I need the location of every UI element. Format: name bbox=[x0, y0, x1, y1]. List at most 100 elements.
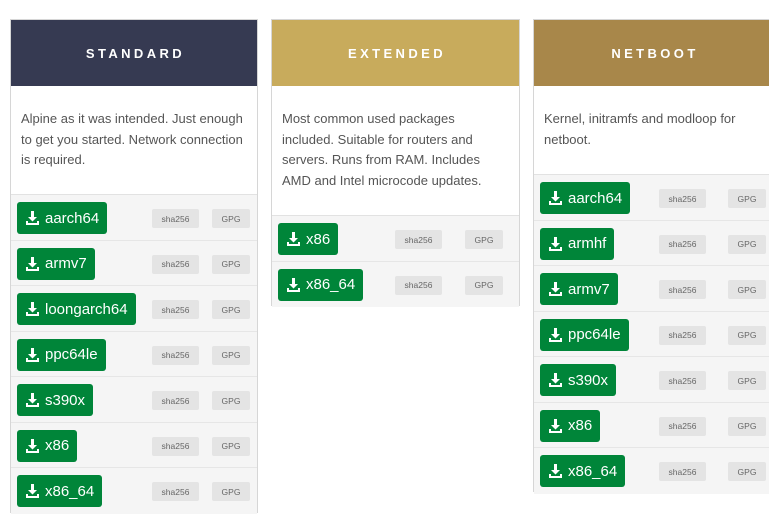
gpg-button[interactable]: GPG bbox=[212, 300, 250, 319]
netboot-download-list: aarch64 sha256 GPG armhf sha256 GPG armv7 sha25… bbox=[534, 174, 769, 494]
gpg-button[interactable]: GPG bbox=[465, 275, 503, 295]
download-button-x86[interactable]: x86 bbox=[540, 409, 601, 442]
download-row: ppc64le sha256 GPG bbox=[11, 331, 257, 377]
sha256-button[interactable]: sha256 bbox=[152, 391, 199, 410]
download-label: x86 bbox=[45, 437, 70, 454]
netboot-header: NETBOOT bbox=[534, 20, 769, 86]
gpg-button[interactable]: GPG bbox=[728, 189, 766, 208]
sha256-button[interactable]: sha256 bbox=[395, 275, 442, 295]
download-icon bbox=[548, 327, 563, 343]
download-icon bbox=[25, 438, 40, 454]
extended-title: EXTENDED bbox=[348, 45, 446, 61]
download-button-loongarch64[interactable]: loongarch64 bbox=[17, 293, 136, 325]
download-row: ppc64le sha256 GPG bbox=[534, 311, 769, 357]
gpg-button[interactable]: GPG bbox=[212, 254, 250, 274]
download-row: armhf sha256 GPG bbox=[534, 220, 769, 266]
gpg-button[interactable]: GPG bbox=[465, 230, 503, 249]
download-row: armv7 sha256 GPG bbox=[11, 240, 257, 286]
download-icon bbox=[286, 277, 301, 293]
download-label: armhf bbox=[568, 235, 607, 252]
sha256-button[interactable]: sha256 bbox=[659, 280, 706, 299]
download-label: x86_64 bbox=[568, 462, 618, 480]
download-label: loongarch64 bbox=[45, 300, 128, 318]
extended-download-list: x86 sha256 GPG x86_64 sha256 GPG bbox=[272, 215, 519, 307]
download-button-x86-64[interactable]: x86_64 bbox=[17, 475, 103, 507]
netboot-card: NETBOOT Kernel, initramfs and modloop fo… bbox=[533, 19, 769, 494]
download-icon bbox=[25, 256, 40, 272]
gpg-button[interactable]: GPG bbox=[728, 462, 766, 481]
download-row: x86 sha256 GPG bbox=[272, 216, 519, 262]
download-row: armv7 sha256 GPG bbox=[534, 266, 769, 312]
download-button-x86[interactable]: x86 bbox=[17, 429, 78, 462]
sha256-button[interactable]: sha256 bbox=[659, 325, 706, 345]
download-label: x86_64 bbox=[306, 276, 356, 293]
gpg-button[interactable]: GPG bbox=[212, 436, 250, 456]
download-icon bbox=[548, 372, 563, 388]
download-button-x86[interactable]: x86 bbox=[278, 223, 339, 255]
sha256-button[interactable]: sha256 bbox=[152, 345, 199, 365]
download-button-x86-64[interactable]: x86_64 bbox=[540, 455, 626, 487]
download-label: x86 bbox=[568, 417, 593, 434]
download-label: armv7 bbox=[568, 280, 610, 298]
download-button-armhf[interactable]: armhf bbox=[540, 227, 615, 260]
download-icon bbox=[25, 392, 40, 408]
netboot-title: NETBOOT bbox=[611, 45, 699, 61]
download-button-aarch64[interactable]: aarch64 bbox=[17, 202, 108, 234]
download-icon bbox=[25, 301, 40, 317]
download-label: ppc64le bbox=[568, 326, 621, 343]
gpg-button[interactable]: GPG bbox=[212, 209, 250, 228]
standard-download-list: aarch64 sha256 GPG armv7 sha256 GPG loongarch6… bbox=[11, 194, 257, 514]
extended-description: Most common used packages included. Suit… bbox=[282, 111, 482, 188]
download-button-x86-64[interactable]: x86_64 bbox=[278, 268, 364, 301]
gpg-button[interactable]: GPG bbox=[212, 482, 250, 501]
sha256-button[interactable]: sha256 bbox=[152, 300, 199, 319]
download-button-s390x[interactable]: s390x bbox=[17, 384, 94, 416]
download-row: x86 sha256 GPG bbox=[11, 422, 257, 468]
download-icon bbox=[25, 483, 40, 499]
download-icon bbox=[548, 236, 563, 252]
download-icon bbox=[25, 210, 40, 226]
download-label: x86 bbox=[306, 230, 331, 248]
standard-header: STANDARD bbox=[11, 20, 257, 86]
sha256-button[interactable]: sha256 bbox=[659, 462, 706, 481]
sha256-button[interactable]: sha256 bbox=[152, 482, 199, 501]
download-label: aarch64 bbox=[45, 209, 100, 227]
download-label: s390x bbox=[568, 371, 609, 389]
download-icon bbox=[548, 190, 563, 206]
download-icon bbox=[548, 463, 563, 479]
sha256-button[interactable]: sha256 bbox=[395, 230, 442, 249]
download-label: ppc64le bbox=[45, 346, 98, 363]
sha256-button[interactable]: sha256 bbox=[659, 234, 706, 254]
download-button-ppc64le[interactable]: ppc64le bbox=[540, 318, 629, 351]
download-row: loongarch64 sha256 GPG bbox=[11, 286, 257, 332]
download-button-s390x[interactable]: s390x bbox=[540, 364, 617, 396]
sha256-button[interactable]: sha256 bbox=[152, 209, 199, 228]
gpg-button[interactable]: GPG bbox=[728, 280, 766, 299]
download-button-armv7[interactable]: armv7 bbox=[17, 247, 95, 280]
download-row: s390x sha256 GPG bbox=[11, 377, 257, 423]
download-label: s390x bbox=[45, 391, 86, 409]
sha256-button[interactable]: sha256 bbox=[152, 436, 199, 456]
download-label: x86_64 bbox=[45, 482, 95, 500]
standard-description: Alpine as it was intended. Just enough t… bbox=[21, 111, 243, 167]
download-button-aarch64[interactable]: aarch64 bbox=[540, 182, 631, 214]
download-button-ppc64le[interactable]: ppc64le bbox=[17, 338, 106, 371]
download-icon bbox=[286, 231, 301, 247]
download-icon bbox=[548, 281, 563, 297]
download-row: x86_64 sha256 GPG bbox=[11, 468, 257, 514]
download-button-armv7[interactable]: armv7 bbox=[540, 273, 618, 305]
gpg-button[interactable]: GPG bbox=[728, 234, 766, 254]
sha256-button[interactable]: sha256 bbox=[659, 371, 706, 390]
gpg-button[interactable]: GPG bbox=[728, 325, 766, 345]
gpg-button[interactable]: GPG bbox=[212, 391, 250, 410]
netboot-description: Kernel, initramfs and modloop for netboo… bbox=[544, 111, 736, 147]
download-label: aarch64 bbox=[568, 189, 623, 207]
gpg-button[interactable]: GPG bbox=[728, 416, 766, 436]
gpg-button[interactable]: GPG bbox=[728, 371, 766, 390]
sha256-button[interactable]: sha256 bbox=[152, 254, 199, 274]
extended-header: EXTENDED bbox=[272, 20, 519, 86]
gpg-button[interactable]: GPG bbox=[212, 345, 250, 365]
sha256-button[interactable]: sha256 bbox=[659, 416, 706, 436]
download-row: aarch64 sha256 GPG bbox=[534, 175, 769, 221]
sha256-button[interactable]: sha256 bbox=[659, 189, 706, 208]
